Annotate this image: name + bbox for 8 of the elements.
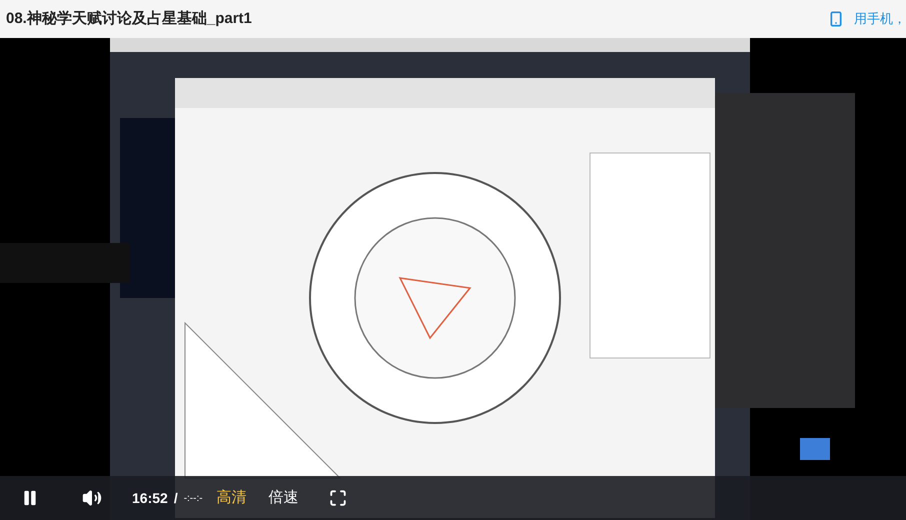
time-separator: / — [174, 488, 178, 508]
speaker-icon — [82, 488, 102, 508]
quality-button[interactable]: 高清 — [216, 486, 247, 510]
speed-button[interactable]: 倍速 — [268, 486, 299, 510]
fullscreen-icon — [328, 489, 347, 507]
current-time: 16:52 — [132, 488, 168, 508]
duration: -:--:- — [184, 492, 203, 506]
video-title: 08.神秘学天赋讨论及占星基础_part1 — [6, 8, 252, 29]
